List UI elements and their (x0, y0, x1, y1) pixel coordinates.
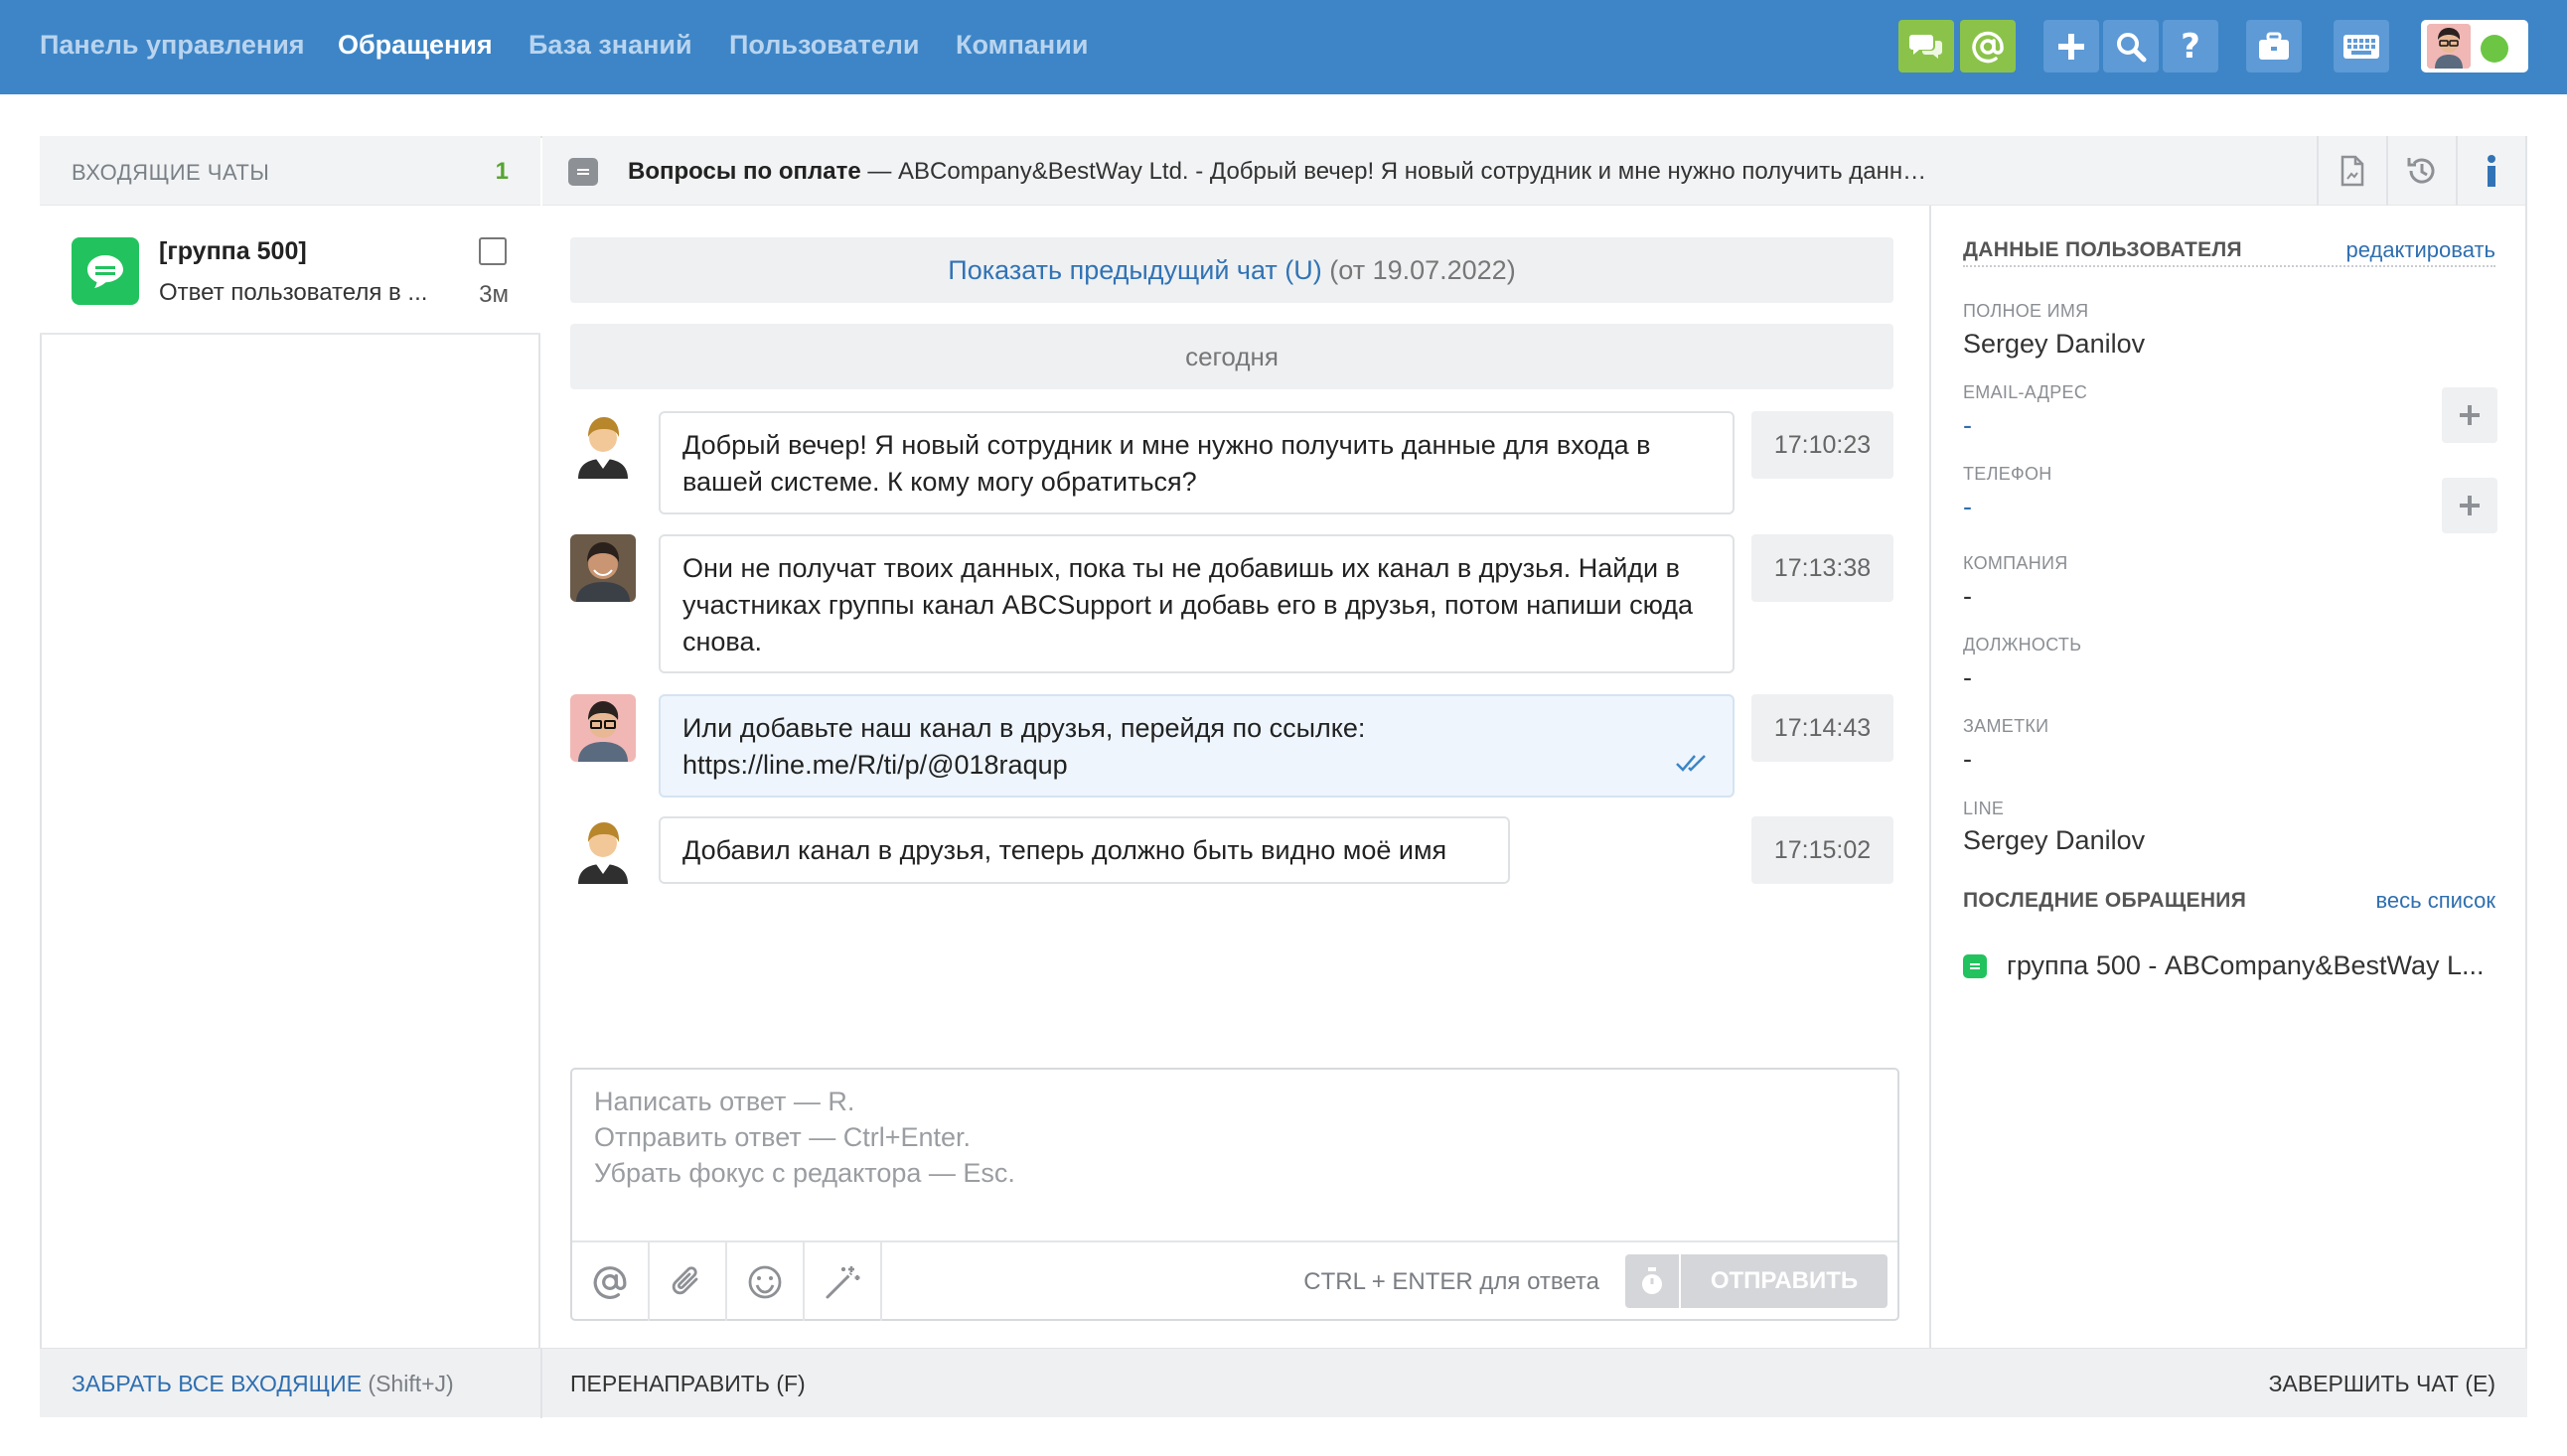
chat-select-checkbox[interactable] (479, 237, 507, 265)
field-label: ЗАМЕТКИ (1963, 716, 2049, 736)
incoming-chats-count: 1 (495, 158, 509, 185)
add-email-button[interactable] (2442, 387, 2497, 443)
field-label: LINE (1963, 799, 2005, 818)
nav-users[interactable]: Пользователи (729, 30, 919, 61)
avatar (2427, 24, 2471, 69)
chat-list-item[interactable]: [группа 500] Ответ пользователя в ... 3м (40, 206, 540, 335)
placeholder-line: Убрать фокус с редактора — Esc. (594, 1158, 1015, 1188)
read-receipt-icon (1675, 747, 1713, 784)
nav-tickets[interactable]: Обращения (338, 30, 493, 61)
field-label: КОМПАНИЯ (1963, 553, 2068, 573)
placeholder-line: Отправить ответ — Ctrl+Enter. (594, 1122, 972, 1152)
document-icon[interactable] (2317, 136, 2386, 206)
chat-header: Вопросы по оплате — ABCompany&BestWay Lt… (542, 136, 2525, 206)
message-bubble: Они не получат твоих данных, пока ты не … (659, 534, 1735, 673)
message-time: 17:14:43 (1751, 694, 1893, 762)
message-time: 17:10:23 (1751, 411, 1893, 479)
previous-chat-bar[interactable]: Показать предыдущий чат (U) (от 19.07.20… (570, 237, 1893, 303)
finish-chat-button[interactable]: ЗАВЕРШИТЬ ЧАТ (E) (2269, 1371, 2495, 1397)
section-divider (1963, 265, 2495, 267)
nav-companies[interactable]: Компании (956, 30, 1088, 61)
field-label: ТЕЛЕФОН (1963, 464, 2052, 484)
email-value: - (1963, 410, 1972, 440)
plus-icon[interactable] (2043, 20, 2099, 73)
all-tickets-link[interactable]: весь список (2375, 888, 2495, 914)
nav-knowledge-base[interactable]: База знаний (528, 30, 692, 61)
message-text: Или добавьте наш канал в друзья, перейдя… (682, 713, 1366, 780)
customer-avatar (570, 411, 636, 479)
briefcase-icon[interactable] (2246, 20, 2302, 73)
history-icon[interactable] (2386, 136, 2456, 206)
user-details-panel: ДАННЫЕ ПОЛЬЗОВАТЕЛЯ редактировать ПОЛНОЕ… (1929, 206, 2525, 1348)
customer-avatar (570, 816, 636, 884)
chat-subject-line: Вопросы по оплате — ABCompany&BestWay Lt… (628, 158, 1926, 186)
footer-divider (540, 1349, 542, 1418)
full-name-value: Sergey Danilov (1963, 329, 2146, 359)
chat-list-item-preview: Ответ пользователя в ... (159, 279, 428, 306)
line-value: Sergey Danilov (1963, 825, 2146, 855)
placeholder-line: Написать ответ — R. (594, 1087, 855, 1116)
reply-placeholder: Написать ответ — R. Отправить ответ — Ct… (594, 1084, 1015, 1191)
field-label: EMAIL-АДРЕС (1963, 382, 2088, 402)
take-all-label: ЗАБРАТЬ ВСЕ ВХОДЯЩИЕ (72, 1371, 363, 1396)
nav-dashboard[interactable]: Панель управления (40, 30, 305, 61)
take-all-hotkey: (Shift+J) (362, 1371, 454, 1396)
line-channel-icon (568, 158, 598, 186)
message-bubble-outgoing: Или добавьте наш канал в друзья, перейдя… (659, 694, 1735, 798)
take-all-incoming-button[interactable]: ЗАБРАТЬ ВСЕ ВХОДЯЩИЕ (Shift+J) (72, 1371, 454, 1397)
date-separator: сегодня (570, 324, 1893, 389)
search-icon[interactable] (2103, 20, 2159, 73)
notes-value: - (1963, 744, 1972, 774)
info-icon[interactable] (2456, 136, 2525, 206)
redirect-button[interactable]: ПЕРЕНАПРАВИТЬ (F) (570, 1371, 806, 1397)
incoming-chats-title: ВХОДЯЩИЕ ЧАТЫ (72, 160, 270, 185)
field-label: ПОЛНОЕ ИМЯ (1963, 301, 2089, 321)
attachment-icon[interactable] (650, 1242, 727, 1321)
user-data-title: ДАННЫЕ ПОЛЬЗОВАТЕЛЯ (1963, 238, 2242, 261)
mention-icon[interactable] (572, 1242, 650, 1321)
magic-wand-icon[interactable] (805, 1242, 882, 1321)
timer-icon[interactable] (1625, 1254, 1679, 1308)
send-hotkey-hint: CTRL + ENTER для ответа (1303, 1268, 1599, 1295)
chat-subject: Вопросы по оплате (628, 158, 861, 185)
message-bubble: Добавил канал в друзья, теперь должно бы… (659, 816, 1510, 884)
line-channel-icon (1963, 953, 1987, 978)
reply-editor[interactable]: Написать ответ — R. Отправить ответ — Ct… (570, 1068, 1899, 1321)
chats-icon[interactable] (1898, 20, 1954, 73)
edit-user-link[interactable]: редактировать (2346, 237, 2496, 263)
help-icon[interactable]: ? (2163, 20, 2218, 73)
add-phone-button[interactable] (2442, 478, 2497, 533)
action-footer: ЗАБРАТЬ ВСЕ ВХОДЯЩИЕ (Shift+J) ПЕРЕНАПРА… (40, 1348, 2527, 1418)
send-button[interactable]: ОТПРАВИТЬ (1681, 1254, 1888, 1308)
recent-ticket-item[interactable]: группа 500 - ABCompany&BestWay L... (1963, 950, 2485, 981)
company-value: - (1963, 581, 1972, 611)
emoji-icon[interactable] (727, 1242, 805, 1321)
top-navigation-bar: Панель управления Обращения База знаний … (0, 0, 2567, 94)
agent-avatar (570, 534, 636, 602)
message-time: 17:15:02 (1751, 816, 1893, 884)
chat-subject-details: — ABCompany&BestWay Ltd. - Добрый вечер!… (860, 158, 1927, 185)
keyboard-icon[interactable] (2334, 20, 2389, 73)
message-bubble: Добрый вечер! Я новый сотрудник и мне ну… (659, 411, 1735, 514)
operator-avatar (570, 694, 636, 762)
previous-chat-link[interactable]: Показать предыдущий чат (U) (948, 255, 1321, 285)
editor-toolbar: CTRL + ENTER для ответа ОТПРАВИТЬ (572, 1240, 1897, 1321)
incoming-chats-header: ВХОДЯЩИЕ ЧАТЫ 1 (40, 136, 540, 206)
online-status-indicator (2481, 35, 2508, 63)
recent-tickets-title: ПОСЛЕДНИЕ ОБРАЩЕНИЯ (1963, 889, 2247, 912)
previous-chat-date: (от 19.07.2022) (1321, 255, 1516, 285)
recent-ticket-title: группа 500 - ABCompany&BestWay L... (2007, 950, 2485, 980)
mention-icon[interactable] (1960, 20, 2016, 73)
phone-value: - (1963, 492, 1972, 521)
line-messenger-icon (72, 237, 139, 305)
position-value: - (1963, 662, 1972, 692)
chat-list-item-time: 3м (479, 281, 509, 308)
message-time: 17:13:38 (1751, 534, 1893, 602)
user-menu[interactable] (2421, 20, 2528, 73)
field-label: ДОЛЖНОСТЬ (1963, 635, 2082, 655)
chat-list-item-title: [группа 500] (159, 237, 307, 265)
